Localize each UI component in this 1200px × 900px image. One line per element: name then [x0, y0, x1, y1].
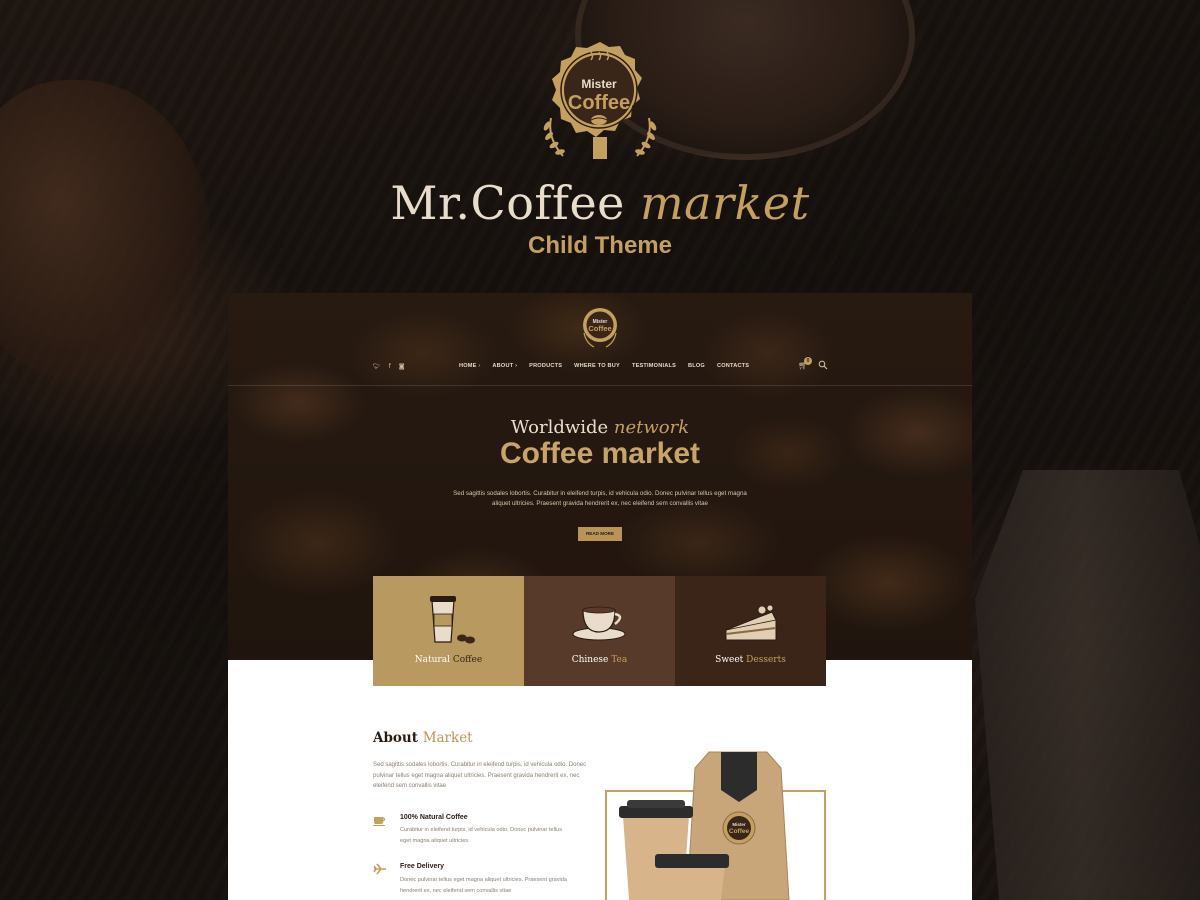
- website-preview: Mister Coffee 🐦︎ f ◙ HOME › ABOUT › PROD…: [228, 293, 972, 900]
- tile-label: Chinese Tea: [524, 655, 675, 665]
- nav-item-contacts[interactable]: CONTACTS: [717, 363, 749, 369]
- nav-item-about-label: ABOUT: [492, 363, 514, 369]
- coffee-cup-icon: [430, 596, 475, 644]
- product-logo-top: Mister: [732, 822, 746, 827]
- cart-count-badge: 0: [804, 357, 812, 365]
- product-packaging-image: Mister Coffee: [619, 751, 790, 900]
- hero-kicker-main: Worldwide: [510, 417, 609, 438]
- nav-item-home[interactable]: HOME ›: [459, 363, 480, 369]
- nav-item-testimonials[interactable]: TESTIMONIALS: [632, 363, 676, 369]
- site-logo[interactable]: Mister Coffee: [576, 303, 624, 351]
- main-nav: HOME › ABOUT › PRODUCTS WHERE TO BUY TES…: [459, 363, 749, 369]
- nav-divider: [228, 385, 972, 386]
- category-tiles: Natural Coffee Chinese Tea Sweet Dessert…: [373, 576, 826, 686]
- tile-label-b: Tea: [611, 655, 628, 665]
- nav-item-products[interactable]: PRODUCTS: [529, 363, 562, 369]
- hero-kicker-accent: network: [613, 417, 690, 438]
- feature-title: 100% Natural Coffee: [400, 814, 468, 821]
- tile-natural-coffee[interactable]: Natural Coffee: [373, 576, 524, 686]
- plane-icon: [373, 863, 386, 875]
- brand-title-main: Mr.Coffee: [390, 176, 625, 230]
- tile-label-b: Desserts: [746, 655, 786, 665]
- nav-item-blog[interactable]: BLOG: [688, 363, 705, 369]
- tile-label-a: Sweet: [715, 655, 744, 665]
- brand-logo: Mister Coffee: [543, 42, 657, 159]
- twitter-icon[interactable]: 🐦︎: [373, 363, 381, 370]
- product-logo-main: Coffee: [729, 828, 750, 835]
- nav-item-where-to-buy[interactable]: WHERE TO BUY: [574, 363, 620, 369]
- tile-label: Natural Coffee: [373, 655, 524, 665]
- about-title: About Market: [373, 730, 473, 746]
- background-moka-pot: [975, 470, 1200, 900]
- hero-text: Sed sagittis sodales lobortis. Curabitur…: [453, 490, 747, 507]
- tile-sweet-desserts[interactable]: Sweet Desserts: [675, 576, 826, 686]
- brand-logo-top: Mister: [581, 77, 617, 91]
- read-more-button[interactable]: READ MORE: [578, 527, 622, 541]
- tea-cup-icon: [572, 606, 626, 641]
- nav-item-about[interactable]: ABOUT ›: [492, 363, 517, 369]
- tile-chinese-tea[interactable]: Chinese Tea: [524, 576, 675, 686]
- brand-logo-main: Coffee: [568, 92, 630, 114]
- feature-text: Donec pulvinar tellus eget magna aliquet…: [400, 877, 567, 894]
- social-links: 🐦︎ f ◙: [373, 363, 405, 370]
- hero-kicker: Worldwide network: [228, 417, 972, 438]
- site-logo-main: Coffee: [588, 324, 611, 333]
- facebook-icon[interactable]: f: [389, 363, 391, 370]
- hero-title: Coffee market: [499, 437, 701, 470]
- feature-title: Free Delivery: [400, 863, 444, 870]
- about-title-b: Market: [422, 730, 473, 746]
- about-text: Sed sagittis sodales lobortis. Curabitur…: [373, 762, 587, 789]
- tile-label-a: Natural: [414, 655, 450, 665]
- nav-item-home-label: HOME: [459, 363, 477, 369]
- brand-title: Mr.Coffee market: [0, 176, 1200, 230]
- tile-label-a: Chinese: [571, 655, 609, 665]
- cake-icon: [725, 604, 777, 641]
- search-icon[interactable]: [818, 360, 828, 370]
- instagram-icon[interactable]: ◙: [399, 363, 405, 370]
- brand-subtitle: Child Theme: [527, 232, 672, 259]
- feature-text: Curabitur in eleifend turpis, id vehicul…: [400, 827, 562, 844]
- tile-label-b: Coffee: [452, 655, 483, 665]
- brand-title-accent: market: [640, 176, 810, 230]
- tile-label: Sweet Desserts: [675, 655, 826, 665]
- cup-icon: [373, 817, 386, 826]
- about-title-a: About: [373, 730, 418, 746]
